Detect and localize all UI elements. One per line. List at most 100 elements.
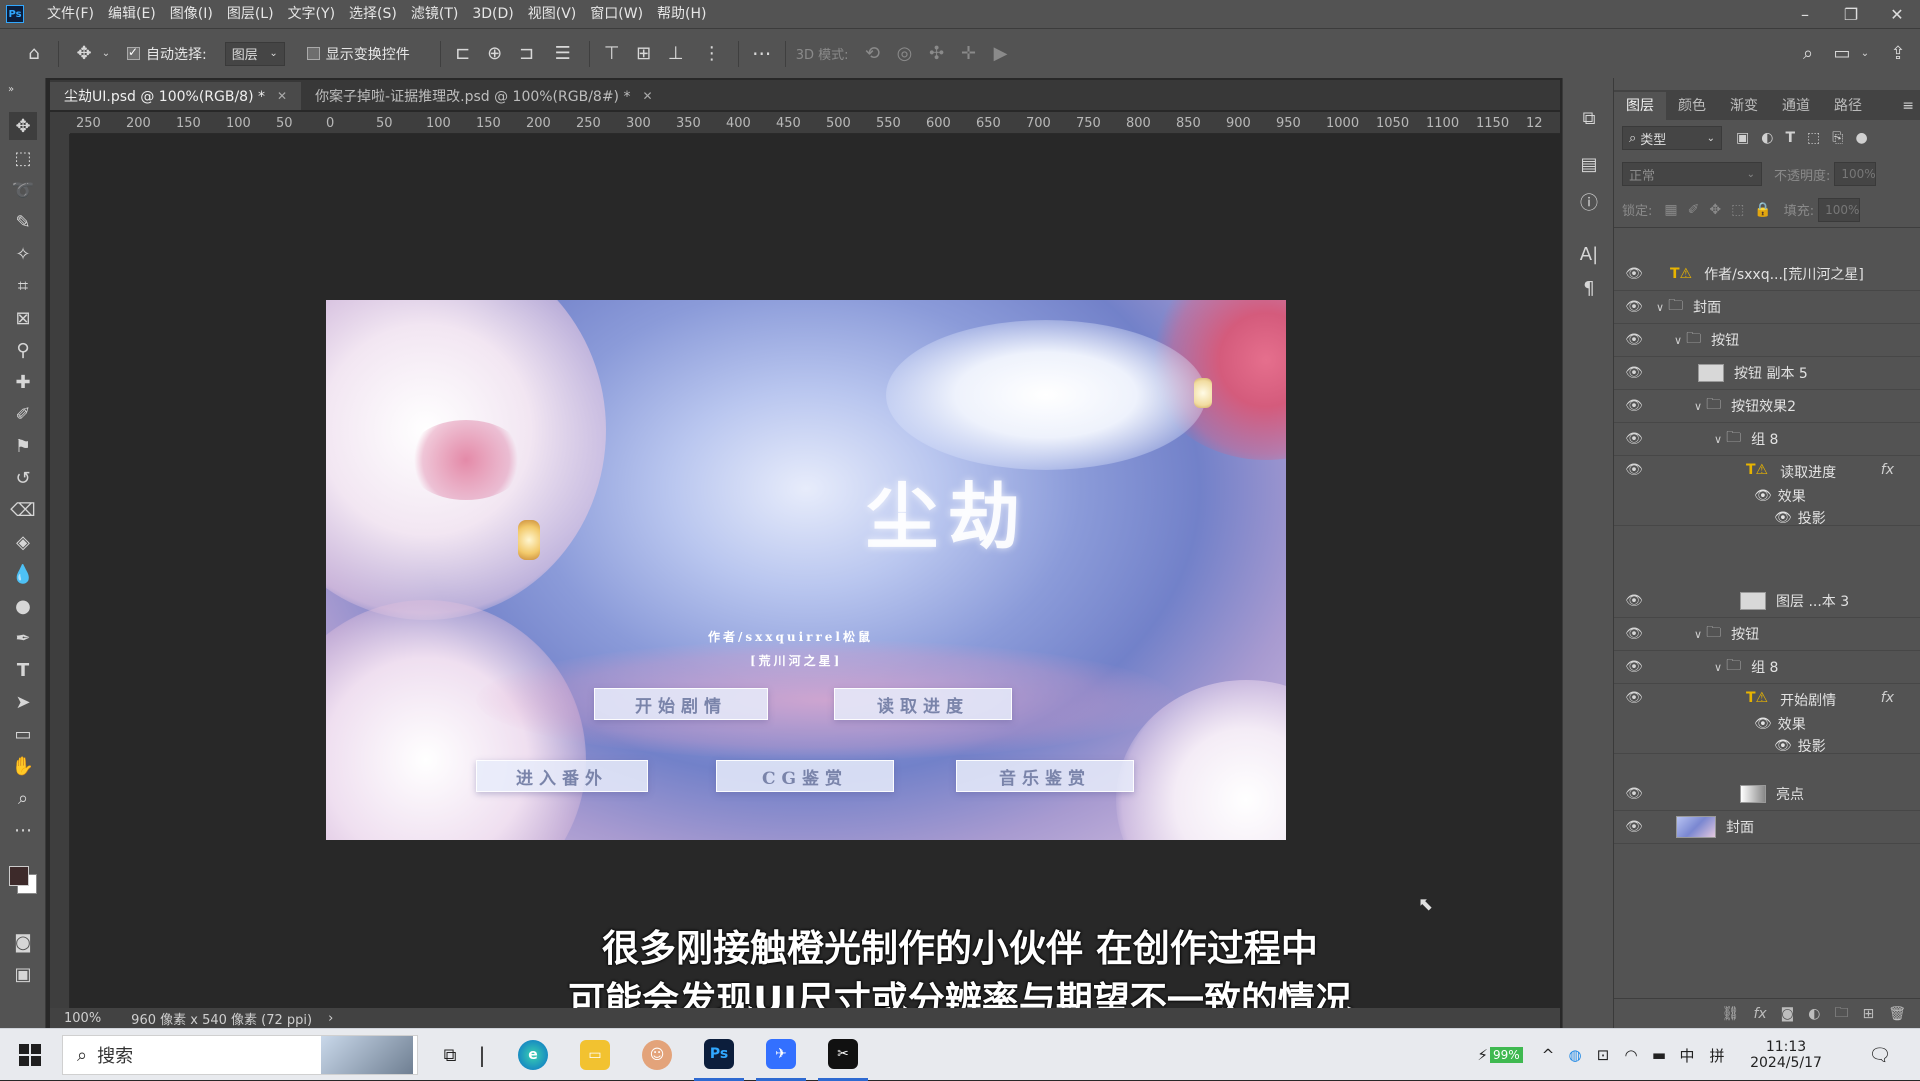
add-mask-icon[interactable]: ◙ [1781,1006,1795,1022]
chevron-down-icon[interactable]: ∨ [1714,661,1722,674]
battery-indicator[interactable]: ⚡ 99% [1470,1029,1530,1081]
visibility-eye-icon[interactable]: 👁 [1624,819,1644,835]
tab-document-1[interactable]: 尘劫UI.psd @ 100%(RGB/8) * ✕ [50,82,302,110]
orbit-3d-icon[interactable]: ⟲ [857,43,889,64]
close-button[interactable]: ✕ [1874,0,1920,28]
align-middle-icon[interactable]: ⊞ [628,43,660,64]
eye-icon[interactable]: 👁 [1754,716,1772,732]
taskbar-app-edge[interactable]: e [508,1029,558,1081]
ruler-origin[interactable] [50,112,70,134]
taskbar-app-photoshop[interactable]: Ps [694,1029,744,1081]
visibility-eye-icon[interactable]: 👁 [1624,365,1644,381]
tray-app-icon[interactable]: ◍ [1562,1029,1588,1081]
slide-3d-icon[interactable]: ✛ [953,43,985,64]
shape-filter-icon[interactable]: ⬚ [1807,130,1820,146]
taskbar-app-explorer[interactable]: ▭ [570,1029,620,1081]
eye-icon[interactable]: 👁 [1774,738,1792,754]
visibility-eye-icon[interactable]: 👁 [1624,626,1644,642]
layer-row[interactable]: 👁 T⚠ 作者/sxxq...[荒川河之星] [1614,258,1920,291]
layer-row[interactable]: 👁 ∨ 🗀 按钮效果2 [1614,390,1920,423]
new-group-icon[interactable]: 🗀 [1834,1002,1848,1026]
rectangle-tool-icon[interactable]: ▭ [9,720,37,748]
menu-file[interactable]: 文件(F) [40,0,101,28]
tab-channels[interactable]: 通道 [1770,92,1822,120]
restore-button[interactable]: ❐ [1828,0,1874,28]
camera-3d-icon[interactable]: ▶ [985,43,1017,64]
taskbar-app-capcut[interactable]: ✂ [818,1029,868,1081]
tab-paths[interactable]: 路径 [1822,92,1874,120]
opacity-input[interactable]: 100% [1834,162,1877,186]
taskbar-search[interactable]: ⌕ 搜索 [62,1035,418,1075]
effects-fx-icon[interactable]: fx [1881,462,1894,478]
chevron-down-icon[interactable]: ∨ [1694,400,1702,413]
menu-select[interactable]: 选择(S) [342,0,404,28]
align-center-h-icon[interactable]: ⊕ [479,43,511,64]
taskbar-app-feishu[interactable]: ✈ [756,1029,806,1081]
visibility-eye-icon[interactable]: 👁 [1624,593,1644,609]
home-icon[interactable]: ⌂ [10,43,58,64]
visibility-eye-icon[interactable]: 👁 [1624,659,1644,675]
pixel-filter-icon[interactable]: ▣ [1736,130,1749,146]
visibility-eye-icon[interactable]: 👁 [1624,431,1644,447]
share-icon[interactable]: ⇪ [1884,43,1912,64]
wifi-icon[interactable]: ◠ [1618,1029,1644,1081]
distribute-icon[interactable]: ☰ [543,43,583,64]
layer-row[interactable]: 👁 ∨ 🗀 按钮 [1614,324,1920,357]
history-panel-icon[interactable]: ⧉ [1575,104,1603,132]
visibility-eye-icon[interactable]: 👁 [1624,398,1644,414]
move-tool-icon[interactable]: ✥ [9,112,37,140]
paint-bucket-tool-icon[interactable]: ◈ [9,528,37,556]
layer-row[interactable]: 👁 T⚠ 读取进度 fx 👁 效果 👁 投影 [1614,456,1920,527]
auto-select-dropdown[interactable]: 图层 ⌄ [224,41,285,66]
minimize-button[interactable]: – [1782,0,1828,28]
menu-view[interactable]: 视图(V) [521,0,584,28]
link-layers-icon[interactable]: ⛓ [1722,1006,1740,1022]
smart-object-filter-icon[interactable]: ⎘ [1832,130,1843,146]
layer-row[interactable]: 👁 ∨ 🗀 封面 [1614,291,1920,324]
visibility-eye-icon[interactable]: 👁 [1624,690,1644,706]
layer-row[interactable]: 👁 ∨ 🗀 按钮 [1614,618,1920,651]
layer-row[interactable]: 👁 按钮 副本 5 [1614,357,1920,390]
healing-tool-icon[interactable]: ✚ [9,368,37,396]
filter-toggle-icon[interactable]: ● [1855,130,1867,146]
layer-row[interactable]: 👁 T⚠ 开始剧情 fx 👁 效果 👁 投影 [1614,684,1920,756]
character-panel-icon[interactable]: A| [1575,240,1603,268]
show-transform-checkbox[interactable] [306,47,320,60]
stamp-tool-icon[interactable]: ⚑ [9,432,37,460]
align-left-icon[interactable]: ⊏ [447,43,479,64]
libraries-panel-icon[interactable]: ▤ [1575,150,1603,178]
add-style-fx-icon[interactable]: fx [1753,1006,1766,1022]
ime-mode[interactable]: 拼 [1704,1029,1730,1081]
lock-artboard-icon[interactable]: ⬚ [1731,202,1744,218]
menu-window[interactable]: 窗口(W) [583,0,650,28]
hand-tool-icon[interactable]: ✋ [9,752,37,780]
lasso-tool-icon[interactable]: ➰ [9,176,37,204]
quick-select-tool-icon[interactable]: ✎ [9,208,37,236]
more-options-button[interactable]: ··· [739,42,785,66]
type-tool-icon[interactable]: T [9,656,37,684]
eye-icon[interactable]: 👁 [1774,510,1792,526]
eye-icon[interactable]: 👁 [1754,488,1772,504]
effects-sublabel[interactable]: 👁 效果 [1754,486,1806,506]
align-bottom-icon[interactable]: ⊥ [660,43,692,64]
notification-icon[interactable]: 🗨 [1860,1029,1900,1081]
effects-fx-icon[interactable]: fx [1881,690,1894,706]
battery-icon[interactable]: ▬ [1646,1029,1672,1081]
marquee-tool-icon[interactable]: ⬚ [9,144,37,172]
document-artwork[interactable]: 尘劫 作者/sxxquirrel松鼠 [荒川河之星] 开始剧情 读取进度 进入番… [326,300,1286,840]
tab-gradient[interactable]: 渐变 [1718,92,1770,120]
blend-mode-dropdown[interactable]: 正常 ⌄ [1622,162,1762,186]
chevron-down-icon[interactable]: ∨ [1656,301,1664,314]
show-transform-toggle[interactable]: 显示变换控件 [306,44,410,64]
chevron-up-icon[interactable]: ^ [1536,1029,1560,1081]
ime-language[interactable]: 中 [1674,1029,1700,1081]
chevron-down-icon[interactable]: ∨ [1714,433,1722,446]
drop-shadow-sublabel[interactable]: 👁 投影 [1774,736,1826,756]
menu-image[interactable]: 图像(I) [163,0,220,28]
more-tools-icon[interactable]: ⋯ [9,816,37,844]
path-select-tool-icon[interactable]: ➤ [9,688,37,716]
zoom-level[interactable]: 100% [64,1011,101,1026]
lock-position-icon[interactable]: ✥ [1709,202,1721,218]
layer-row[interactable]: 👁 亮点 [1614,778,1920,811]
menu-filter[interactable]: 滤镜(T) [404,0,465,28]
